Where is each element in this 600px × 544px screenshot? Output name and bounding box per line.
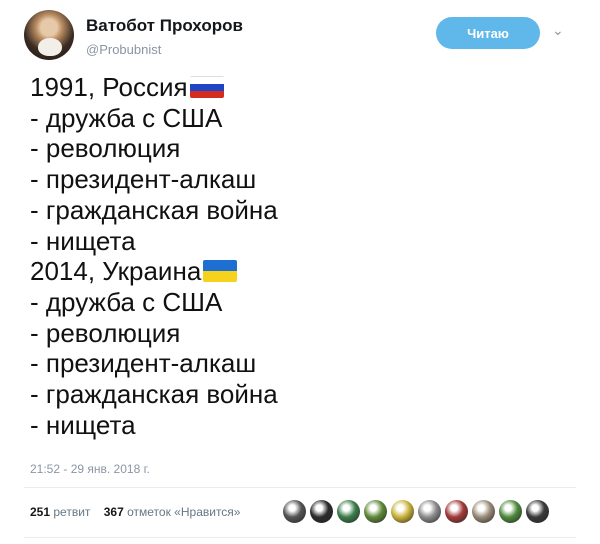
liker-avatar[interactable] — [472, 500, 495, 523]
tweet-line: - дружба с США — [30, 286, 223, 317]
tweet-line: - революция — [30, 317, 181, 348]
tweet-header: Ватобот Прохоров @Probubnist Читаю ⌄ — [24, 10, 584, 62]
tweet-text: 1991, Россия - дружба с США - революция … — [30, 72, 570, 440]
russia-flag-icon — [189, 76, 224, 98]
liker-avatar[interactable] — [499, 500, 522, 523]
tweet-line: 2014, Украина — [30, 256, 570, 287]
tweet-line: - нищета — [30, 409, 136, 440]
liker-avatar[interactable] — [526, 500, 549, 523]
divider — [24, 537, 576, 538]
likes-label: отметок «Нравится» — [127, 505, 241, 519]
avatar-beard — [38, 38, 62, 56]
liker-avatar[interactable] — [283, 500, 306, 523]
liker-avatar[interactable] — [445, 500, 468, 523]
tweet-line: - гражданская война — [30, 379, 278, 410]
ukraine-flag-icon — [203, 260, 238, 283]
liker-avatar[interactable] — [337, 500, 360, 523]
follow-button[interactable]: Читаю — [436, 17, 540, 49]
liker-avatar[interactable] — [310, 500, 333, 523]
retweets-label: ретвит — [53, 505, 91, 519]
liker-avatar[interactable] — [391, 500, 414, 523]
divider — [24, 487, 576, 488]
retweets-stat[interactable]: 251 ретвит — [30, 505, 90, 519]
tweet-stats: 251 ретвит 367 отметок «Нравится» — [30, 505, 240, 519]
tweet-line: - президент-алкаш — [30, 348, 257, 379]
retweets-count: 251 — [30, 505, 51, 519]
tweet-line: - революция — [30, 133, 181, 164]
user-name[interactable]: Ватобот Прохоров — [86, 16, 243, 36]
chevron-down-icon[interactable]: ⌄ — [552, 22, 564, 39]
user-avatar[interactable] — [24, 10, 74, 60]
tweet-line: - нищета — [30, 225, 136, 256]
liker-avatar[interactable] — [364, 500, 387, 523]
tweet-line: 1991, Россия — [30, 72, 570, 103]
tweet-line: - гражданская война — [30, 194, 278, 225]
likes-stat[interactable]: 367 отметок «Нравится» — [104, 505, 241, 519]
liker-avatar[interactable] — [418, 500, 441, 523]
likes-count: 367 — [103, 505, 124, 519]
tweet-timestamp[interactable]: 21:52 - 29 янв. 2018 г. — [30, 462, 150, 476]
tweet-line: - президент-алкаш — [30, 164, 257, 195]
user-handle[interactable]: @Probubnist — [86, 42, 161, 57]
tweet-line: - дружба с США — [30, 102, 223, 133]
likers-avatars — [283, 500, 549, 524]
